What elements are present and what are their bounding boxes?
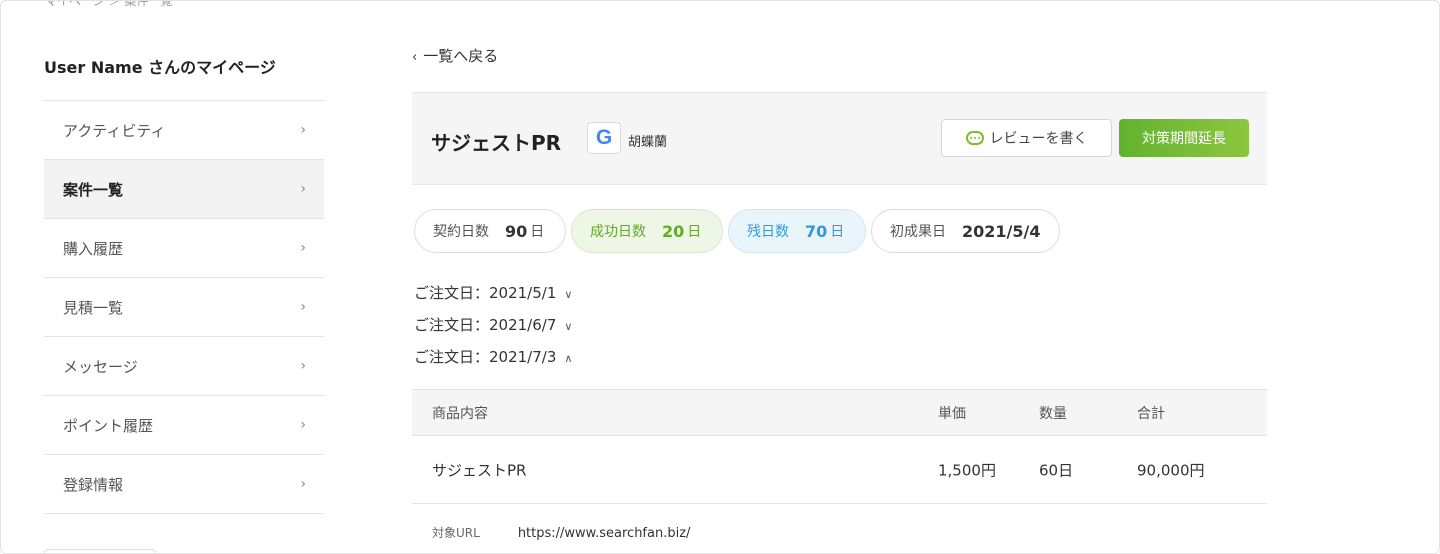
stat-first-result-date: 初成果日 2021/5/4 [871, 209, 1060, 253]
sidebar-item-label: 見積一覧 [63, 298, 124, 317]
sidebar-item-points[interactable]: ポイント履歴 › [44, 396, 324, 455]
sidebar-item-messages[interactable]: メッセージ › [44, 337, 324, 396]
table-cell: サジェストPR [432, 461, 527, 479]
column-header: 合計 [1137, 405, 1165, 422]
chevron-right-icon: › [300, 358, 306, 374]
google-letter: G [595, 126, 613, 149]
sidebar-item-estimates[interactable]: 見積一覧 › [44, 278, 324, 337]
extend-period-button[interactable]: 対策期間延長 [1119, 119, 1249, 157]
chevron-right-icon: › [300, 417, 306, 433]
sidebar-item-label: 案件一覧 [63, 180, 124, 199]
sidebar-item-label: アクティビティ [63, 121, 166, 140]
chevron-down-icon: ∨ [564, 288, 573, 301]
back-to-list-link[interactable]: ‹ 一覧へ戻る [412, 45, 498, 66]
sidebar-item-label: 登録情報 [63, 475, 124, 494]
write-review-button[interactable]: レビューを書く [941, 119, 1112, 157]
order-date-toggle[interactable]: ご注文日：2021/5/1 ∨ [414, 282, 572, 303]
order-date-label: ご注文日：2021/6/7 [414, 316, 557, 334]
order-date-label: ご注文日：2021/5/1 [414, 284, 557, 302]
stat-unit: 日 [830, 224, 845, 240]
sidebar-item-registration[interactable]: 登録情報 › [44, 455, 324, 514]
stat-label: 残日数 [747, 224, 789, 240]
table-cell: 1,500円 [938, 461, 996, 479]
google-g-icon: G [587, 122, 621, 154]
order-date-toggle[interactable]: ご注文日：2021/7/3 ∧ [414, 346, 572, 367]
table-header: 商品内容 単価 数量 合計 [412, 389, 1267, 436]
stat-value: 90 [505, 221, 528, 241]
stat-label: 成功日数 [590, 224, 646, 240]
stat-label: 契約日数 [433, 224, 489, 240]
review-button-label: レビューを書く [989, 131, 1088, 147]
sidebar-item-projects[interactable]: 案件一覧 › [44, 160, 324, 219]
page-frame: マイページ ＞ 案件一覧 User Name さんのマイページ アクティビティ … [0, 0, 1440, 554]
stat-value: 20 [662, 221, 685, 241]
sidebar-item-label: ポイント履歴 [63, 416, 154, 435]
stat-value: 70 [805, 221, 828, 241]
stat-label: 初成果日 [890, 224, 946, 240]
sidebar-item-activity[interactable]: アクティビティ › [44, 101, 324, 160]
chevron-right-icon: › [300, 299, 306, 315]
chevron-left-icon: ‹ [412, 50, 418, 65]
stat-unit: 日 [530, 224, 545, 240]
order-date-label: ご注文日：2021/7/3 [414, 348, 557, 366]
chevron-right-icon: › [300, 240, 306, 256]
sidebar-item-label: 購入履歴 [63, 239, 124, 258]
chevron-right-icon: › [300, 476, 306, 492]
product-title: サジェストPR [431, 131, 562, 155]
column-header: 数量 [1039, 405, 1067, 422]
column-header: 商品内容 [432, 405, 488, 422]
chevron-right-icon: › [300, 122, 306, 138]
table-row: サジェストPR 1,500円 60日 90,000円 [412, 436, 1267, 504]
stat-unit: 日 [687, 224, 702, 240]
order-detail-table: 商品内容 単価 数量 合計 サジェストPR 1,500円 60日 90,000円 [412, 389, 1267, 504]
stat-success-days: 成功日数 20 日 [571, 209, 723, 253]
chevron-up-icon: ∧ [564, 352, 573, 365]
chat-bubble-icon [965, 131, 984, 145]
sidebar-item-purchase-history[interactable]: 購入履歴 › [44, 219, 324, 278]
chevron-down-icon: ∨ [564, 320, 573, 333]
chevron-right-icon: › [300, 181, 306, 197]
target-url-label: 対象URL [432, 526, 480, 540]
target-url-value[interactable]: https://www.searchfan.biz/ [518, 526, 691, 541]
back-link-label: 一覧へ戻る [423, 47, 499, 65]
stat-remaining-days: 残日数 70 日 [728, 209, 866, 253]
stat-contract-days: 契約日数 90 日 [414, 209, 566, 253]
sidebar-menu: アクティビティ › 案件一覧 › 購入履歴 › 見積一覧 › メッセージ › ポ… [44, 100, 324, 514]
sidebar-item-label: メッセージ [63, 357, 138, 376]
table-cell: 60日 [1039, 461, 1074, 479]
order-date-toggle[interactable]: ご注文日：2021/6/7 ∨ [414, 314, 572, 335]
stat-value: 2021/5/4 [962, 221, 1041, 241]
user-page-title: User Name さんのマイページ [44, 58, 276, 77]
column-header: 単価 [938, 405, 966, 422]
table-cell: 90,000円 [1137, 461, 1205, 479]
keyword-label: 胡蝶蘭 [628, 135, 668, 150]
target-url-row: 対象URL https://www.searchfan.biz/ [432, 524, 690, 541]
top-breadcrumb[interactable]: マイページ ＞ 案件一覧 [45, 1, 172, 9]
sidebar-bottom-button[interactable] [44, 549, 156, 553]
